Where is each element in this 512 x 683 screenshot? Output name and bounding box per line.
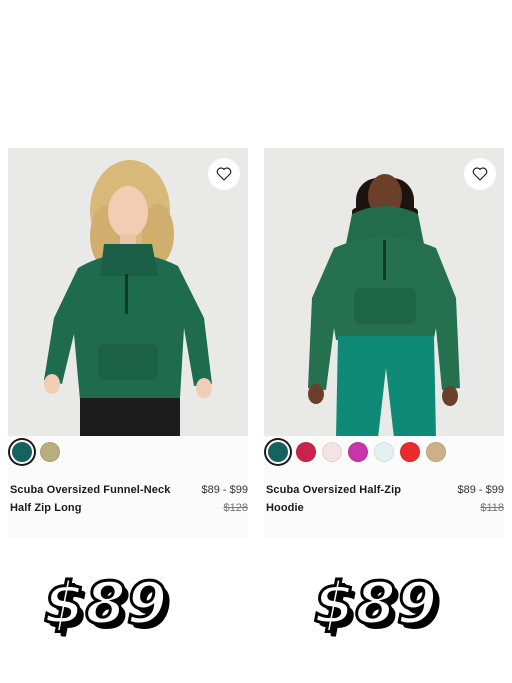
product-price: $89 - $99 [201, 484, 248, 496]
color-swatch[interactable] [296, 442, 316, 462]
product-name[interactable]: Scuba Oversized Funnel-Neck Half Zip Lon… [10, 481, 186, 517]
color-swatch[interactable] [266, 440, 290, 464]
product-price: $89 - $99 [457, 484, 504, 496]
sale-price-callout: $89 [312, 568, 439, 639]
color-swatch[interactable] [348, 442, 368, 462]
heart-icon [216, 167, 232, 181]
color-swatch[interactable] [400, 442, 420, 462]
original-price: $118 [480, 502, 504, 514]
product-image[interactable] [264, 148, 504, 436]
color-swatch[interactable] [374, 442, 394, 462]
product-name[interactable]: Scuba Oversized Half-Zip Hoodie [266, 481, 442, 517]
wishlist-button[interactable] [464, 158, 496, 190]
product-card-2[interactable]: Scuba Oversized Half-Zip Hoodie $89 - $9… [264, 148, 504, 538]
product-card-1[interactable]: Scuba Oversized Funnel-Neck Half Zip Lon… [8, 148, 248, 538]
heart-icon [472, 167, 488, 181]
product-image[interactable] [8, 148, 248, 436]
color-swatch[interactable] [10, 440, 34, 464]
color-swatch[interactable] [426, 442, 446, 462]
color-swatches [266, 439, 446, 465]
color-swatch[interactable] [40, 442, 60, 462]
color-swatch[interactable] [322, 442, 342, 462]
original-price: $128 [223, 502, 248, 514]
color-swatches [10, 439, 60, 465]
sale-price-callout: $89 [42, 568, 169, 639]
wishlist-button[interactable] [208, 158, 240, 190]
